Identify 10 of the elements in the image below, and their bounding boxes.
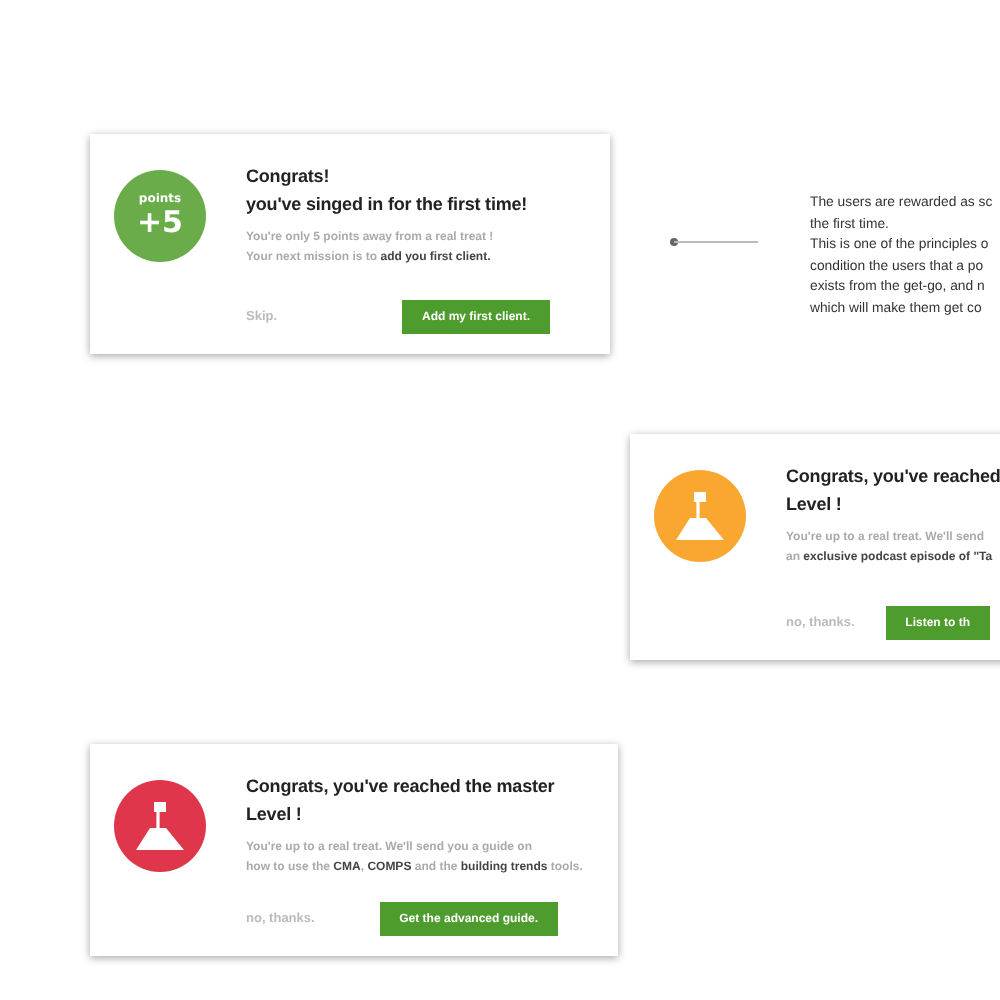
card-title: you've singed in for the first time! — [246, 192, 530, 218]
mountain-flag-icon — [134, 802, 186, 850]
card-title: Congrats, you've reached the master — [246, 774, 557, 800]
connector-line — [668, 236, 760, 248]
card-title: Level ! — [786, 492, 844, 518]
mountain-flag-icon — [674, 492, 726, 540]
card-title: Level ! — [246, 802, 304, 828]
card-title: Congrats, you've reached — [786, 464, 1000, 490]
points-value: +5 — [136, 205, 183, 239]
card-title: Congrats! — [246, 164, 332, 190]
